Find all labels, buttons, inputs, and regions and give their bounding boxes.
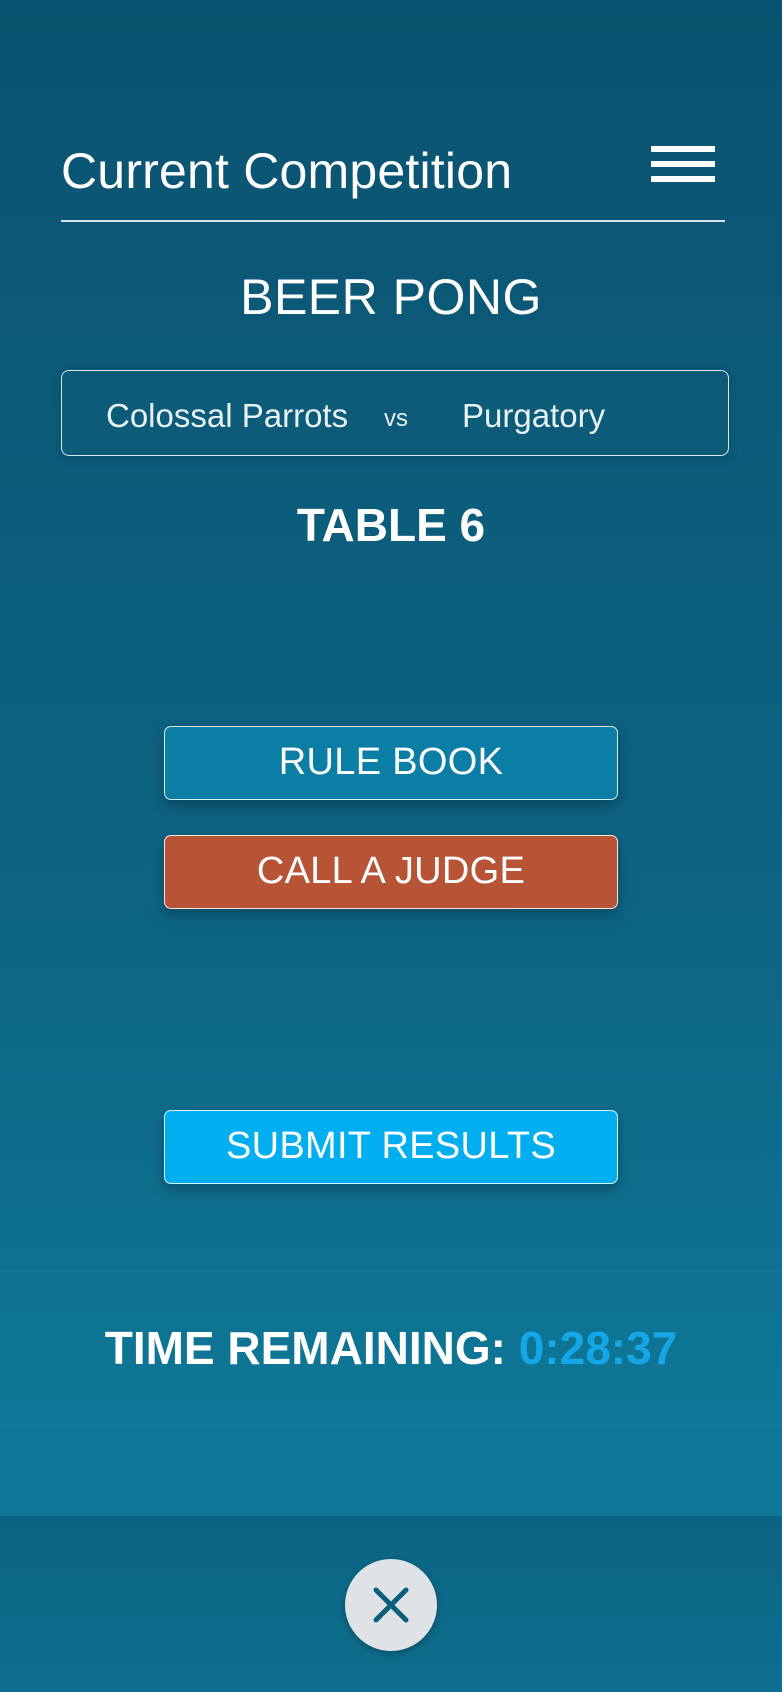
rule-book-button[interactable]: RULE BOOK [164,726,618,800]
menu-line [651,146,715,152]
versus-label: vs [384,405,408,432]
hamburger-menu-icon[interactable] [651,146,715,186]
call-judge-button[interactable]: CALL A JUDGE [164,835,618,909]
table-number: TABLE 6 [296,499,486,551]
time-remaining-label: TIME REMAINING: [104,1322,506,1374]
page-header: Current Competition [61,128,725,222]
close-button[interactable] [345,1559,437,1651]
app-screen: Current Competition BEER PONG Colossal P… [0,0,782,1692]
menu-line [651,176,715,182]
menu-line [651,161,715,167]
team-b-name: Purgatory [462,397,606,434]
submit-results-button[interactable]: SUBMIT RESULTS [164,1110,618,1184]
page-title: Current Competition [61,143,513,199]
time-remaining: TIME REMAINING: 0:28:37 [0,1321,782,1375]
matchup-card: Colossal Parrots vs Purgatory [61,370,729,456]
team-a-name: Colossal Parrots [106,397,349,434]
time-remaining-value: 0:28:37 [518,1322,678,1374]
event-title: BEER PONG [240,269,542,325]
close-icon [373,1587,409,1623]
timer-section: TIME REMAINING: 0:28:37 [0,1270,782,1426]
